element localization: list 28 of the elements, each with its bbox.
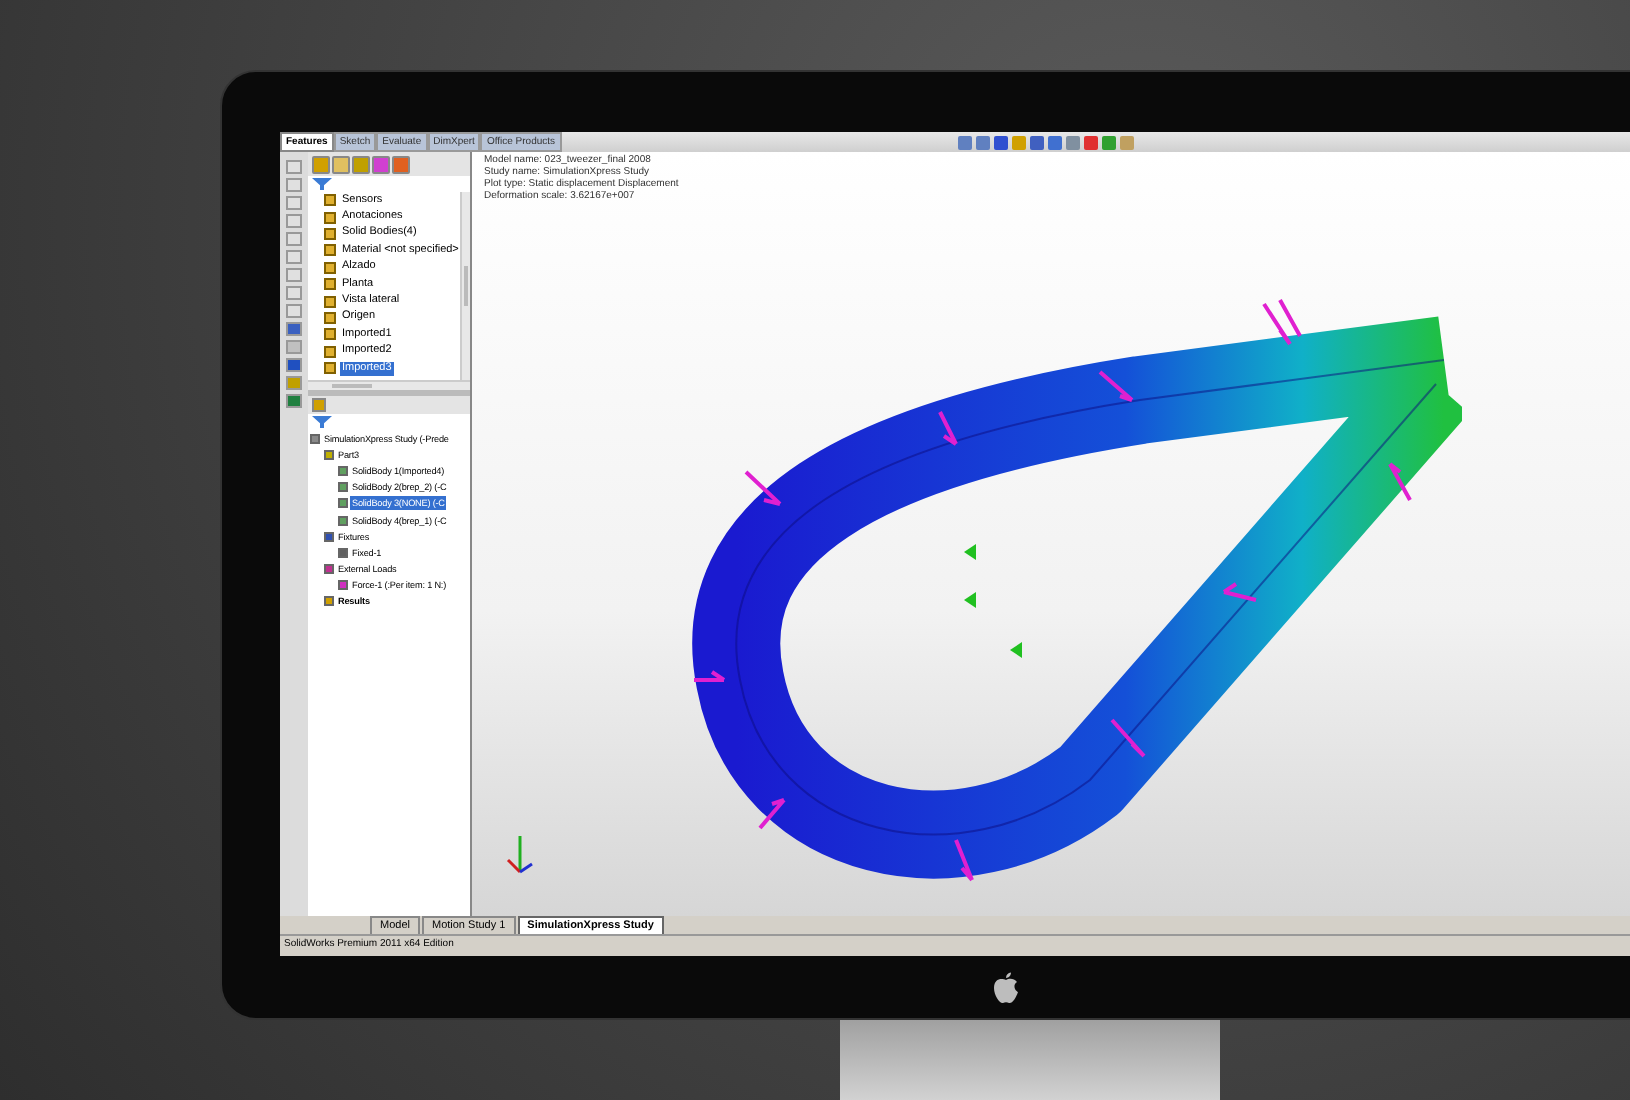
node-icon xyxy=(324,362,336,375)
node-icon xyxy=(324,564,334,575)
node-icon xyxy=(338,515,348,526)
node-icon xyxy=(338,547,348,558)
node-icon xyxy=(324,278,336,291)
node-icon xyxy=(324,211,336,224)
node-icon xyxy=(324,328,336,341)
node-icon xyxy=(324,244,336,257)
node-icon xyxy=(324,596,334,607)
node-icon xyxy=(324,531,334,542)
scrollbar[interactable] xyxy=(460,192,470,380)
node-icon xyxy=(338,482,348,493)
node-icon xyxy=(324,311,336,324)
node-icon xyxy=(324,261,336,274)
scrollbar[interactable] xyxy=(308,380,470,390)
node-icon xyxy=(324,449,334,460)
filter-icon[interactable] xyxy=(312,416,332,428)
node-icon xyxy=(324,227,336,240)
node-icon xyxy=(324,345,336,358)
node-icon xyxy=(338,580,348,591)
node-icon xyxy=(338,498,348,509)
node-icon xyxy=(338,465,348,476)
axis-triad-icon xyxy=(506,832,534,876)
node-icon xyxy=(324,194,336,207)
filter-icon[interactable] xyxy=(312,178,332,190)
logo-icon xyxy=(992,972,1020,1004)
node-icon xyxy=(310,433,320,444)
node-icon xyxy=(324,295,336,308)
